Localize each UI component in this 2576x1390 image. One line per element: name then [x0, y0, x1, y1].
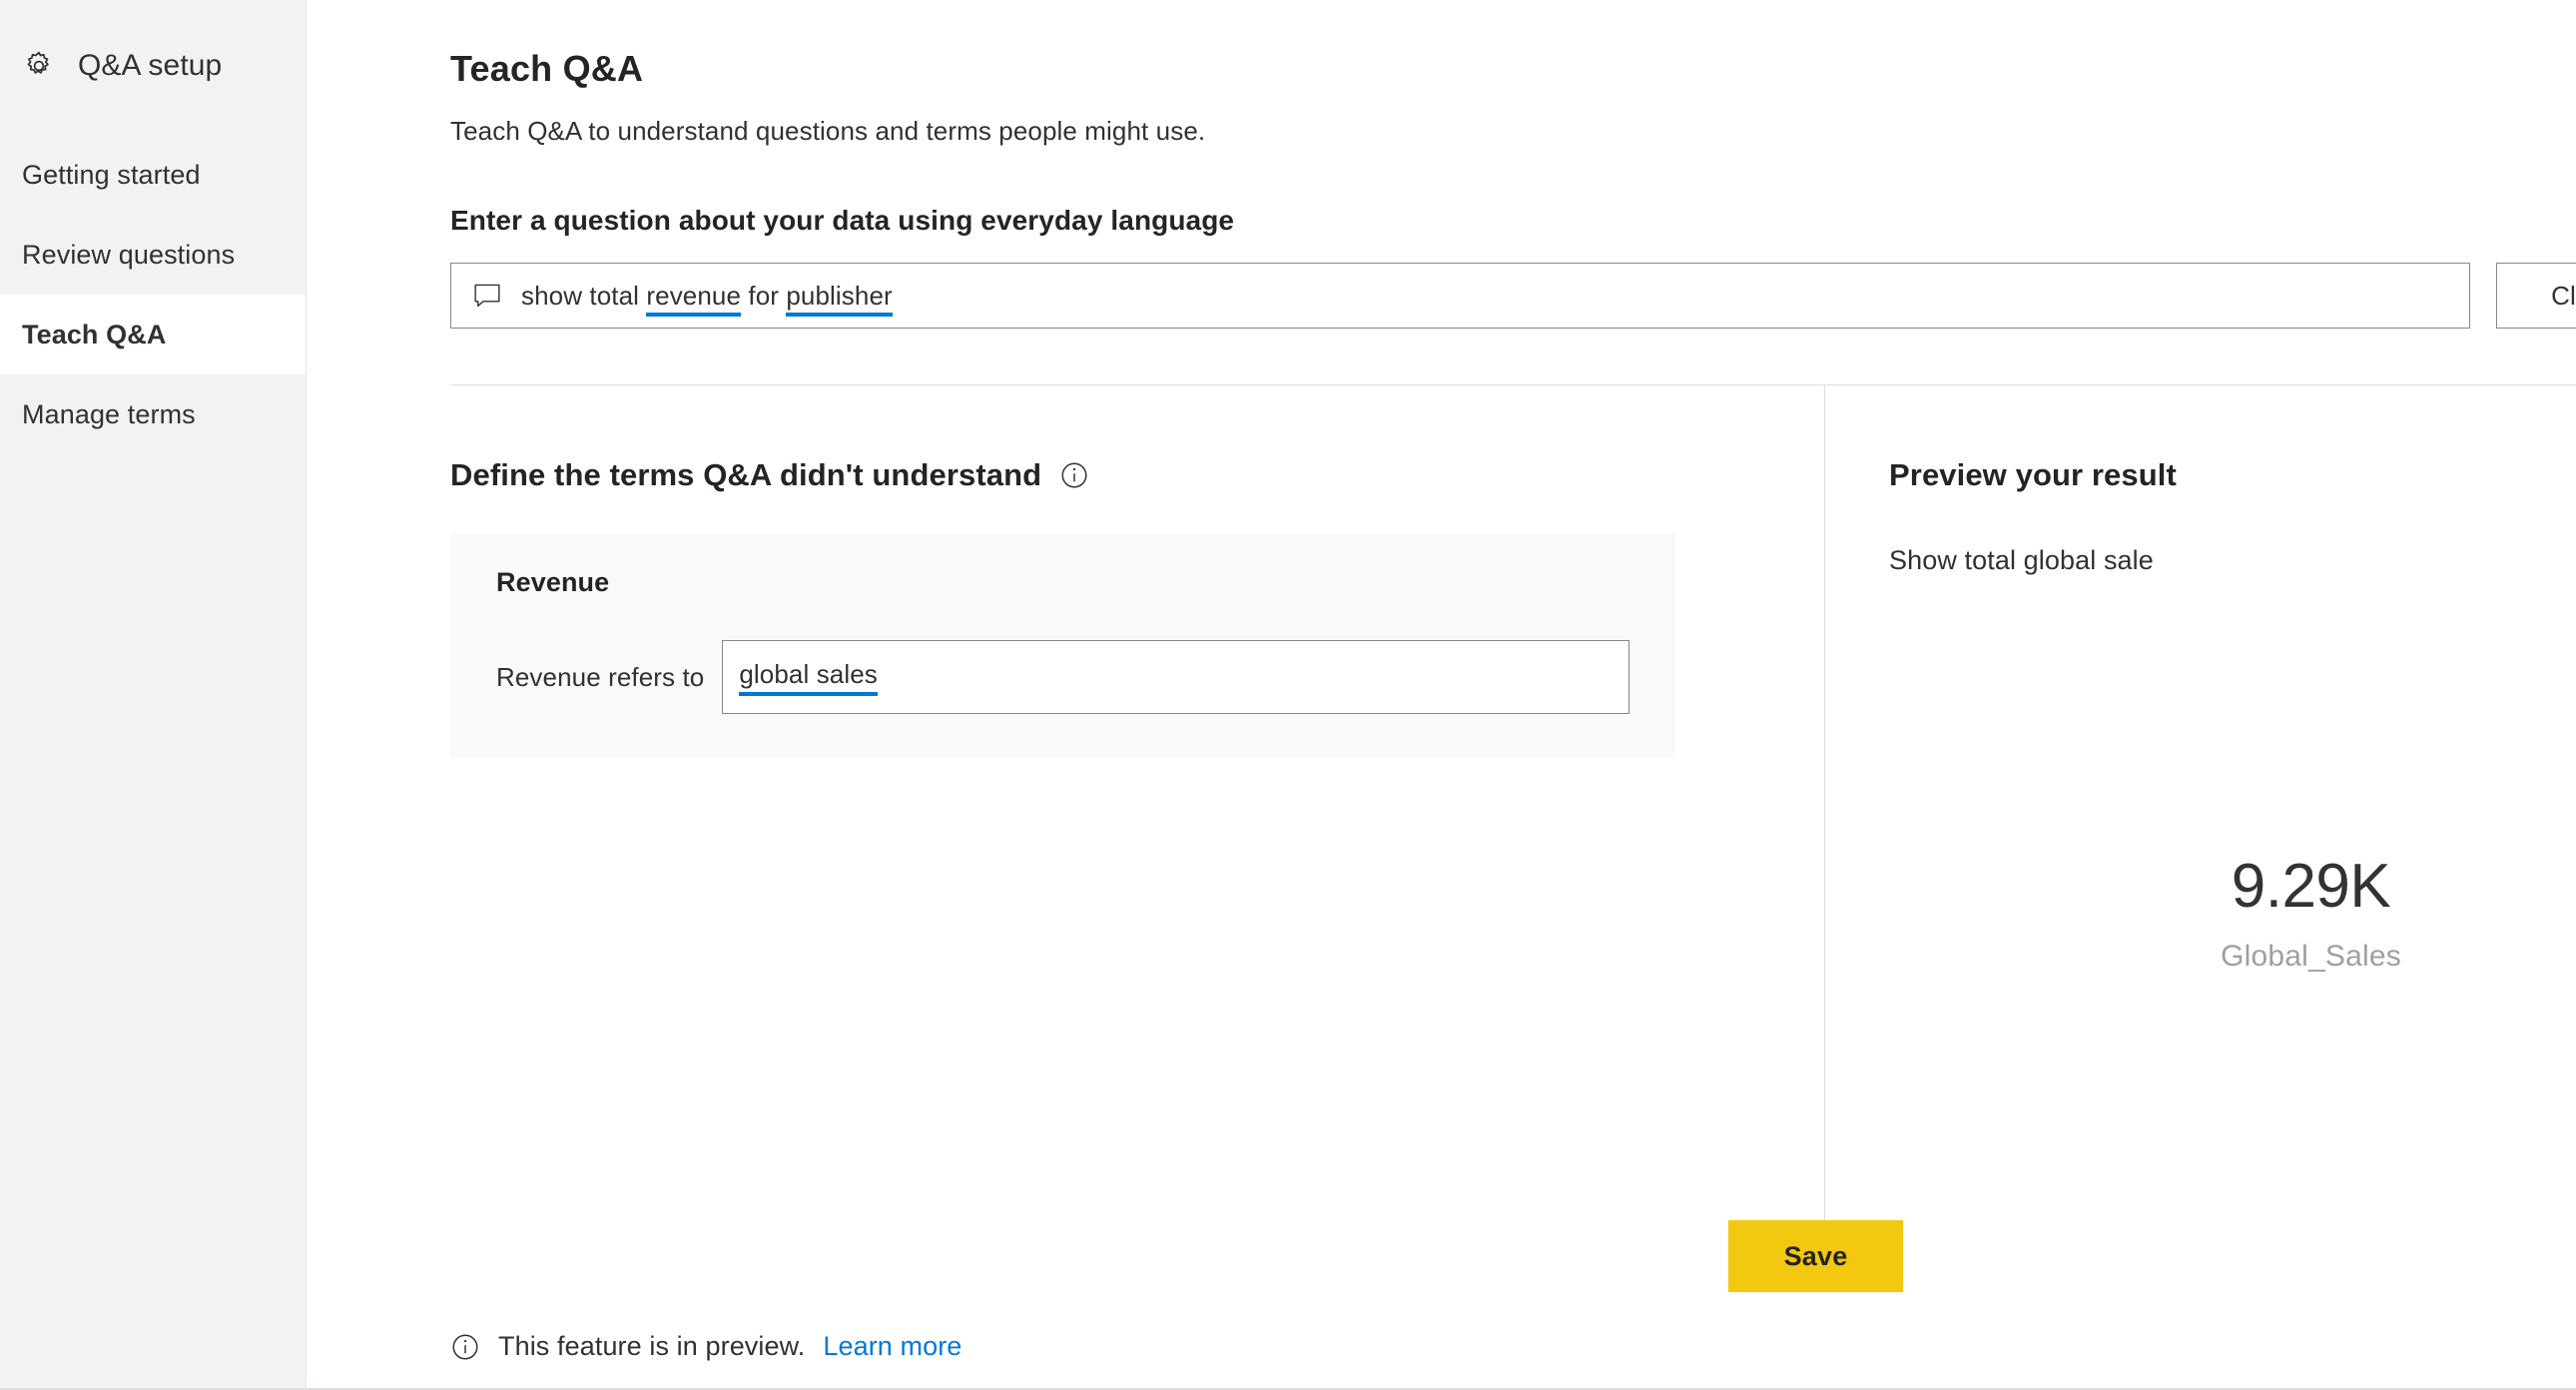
kpi-value: 9.29K — [2231, 852, 2391, 921]
sidebar-item-label: Manage terms — [22, 398, 196, 429]
save-button[interactable]: Save — [1728, 1220, 1903, 1292]
define-terms-pane: Define the terms Q&A didn't understand R… — [307, 385, 1824, 1254]
question-text: show total revenue for publisher — [521, 280, 893, 317]
question-text-prefix: show total — [521, 280, 647, 311]
preview-kpi-card: 9.29K Global_Sales — [1889, 856, 2576, 974]
kpi-label: Global_Sales — [2221, 940, 2401, 973]
clear-button[interactable]: Clear — [2496, 263, 2576, 329]
sidebar-nav: Getting started Review questions Teach Q… — [0, 135, 306, 454]
preview-notice-text: This feature is in preview. — [498, 1331, 806, 1361]
main-content: Teach Q&A Teach Q&A to understand questi… — [307, 0, 2576, 1388]
sidebar-item-teach-qa[interactable]: Teach Q&A — [0, 295, 306, 374]
preview-title: Preview your result — [1889, 457, 2177, 492]
terms-heading: Define the terms Q&A didn't understand — [450, 385, 1824, 493]
question-term-publisher[interactable]: publisher — [786, 280, 893, 317]
question-term-revenue[interactable]: revenue — [646, 280, 742, 317]
sidebar-item-label: Getting started — [22, 159, 201, 190]
sidebar-item-label: Teach Q&A — [22, 319, 167, 349]
term-definition-value: global sales — [739, 659, 878, 696]
terms-heading-text: Define the terms Q&A didn't understand — [450, 457, 1042, 492]
qa-setup-dialog: Q&A setup Getting started Review questio… — [0, 0, 2576, 1390]
preview-notice: This feature is in preview. Learn more — [450, 1331, 962, 1362]
term-refers-label: Revenue refers to — [496, 661, 705, 692]
term-row: Revenue refers to global sales — [496, 640, 1629, 714]
page-title: Teach Q&A — [450, 48, 644, 89]
question-section-label: Enter a question about your data using e… — [450, 205, 1235, 236]
sidebar-item-getting-started[interactable]: Getting started — [0, 135, 306, 215]
chat-bubble-icon — [473, 283, 501, 309]
question-text-middle: for — [741, 280, 787, 311]
page-subtitle: Teach Q&A to understand questions and te… — [450, 116, 1206, 146]
gear-icon — [22, 49, 56, 83]
learn-more-link[interactable]: Learn more — [823, 1331, 962, 1362]
sidebar-title: Q&A setup — [78, 49, 223, 82]
question-input[interactable]: show total revenue for publisher — [450, 263, 2470, 329]
term-name: Revenue — [496, 567, 610, 597]
sidebar-header: Q&A setup — [0, 40, 306, 92]
sidebar-item-review-questions[interactable]: Review questions — [0, 215, 306, 295]
question-row: show total revenue for publisher Clear — [307, 237, 2576, 329]
term-card: Revenue Revenue refers to global sales — [450, 533, 1675, 758]
preview-question: Show total global sale — [1889, 545, 2154, 575]
info-icon — [450, 1332, 480, 1362]
term-definition-input[interactable]: global sales — [722, 640, 1629, 714]
info-icon[interactable] — [1059, 460, 1089, 490]
lower-split: Define the terms Q&A didn't understand R… — [307, 385, 2576, 1254]
preview-pane: Preview your result Show total global sa… — [1825, 385, 2576, 1254]
sidebar-item-label: Review questions — [22, 239, 236, 270]
sidebar: Q&A setup Getting started Review questio… — [0, 0, 307, 1388]
sidebar-item-manage-terms[interactable]: Manage terms — [0, 374, 306, 454]
